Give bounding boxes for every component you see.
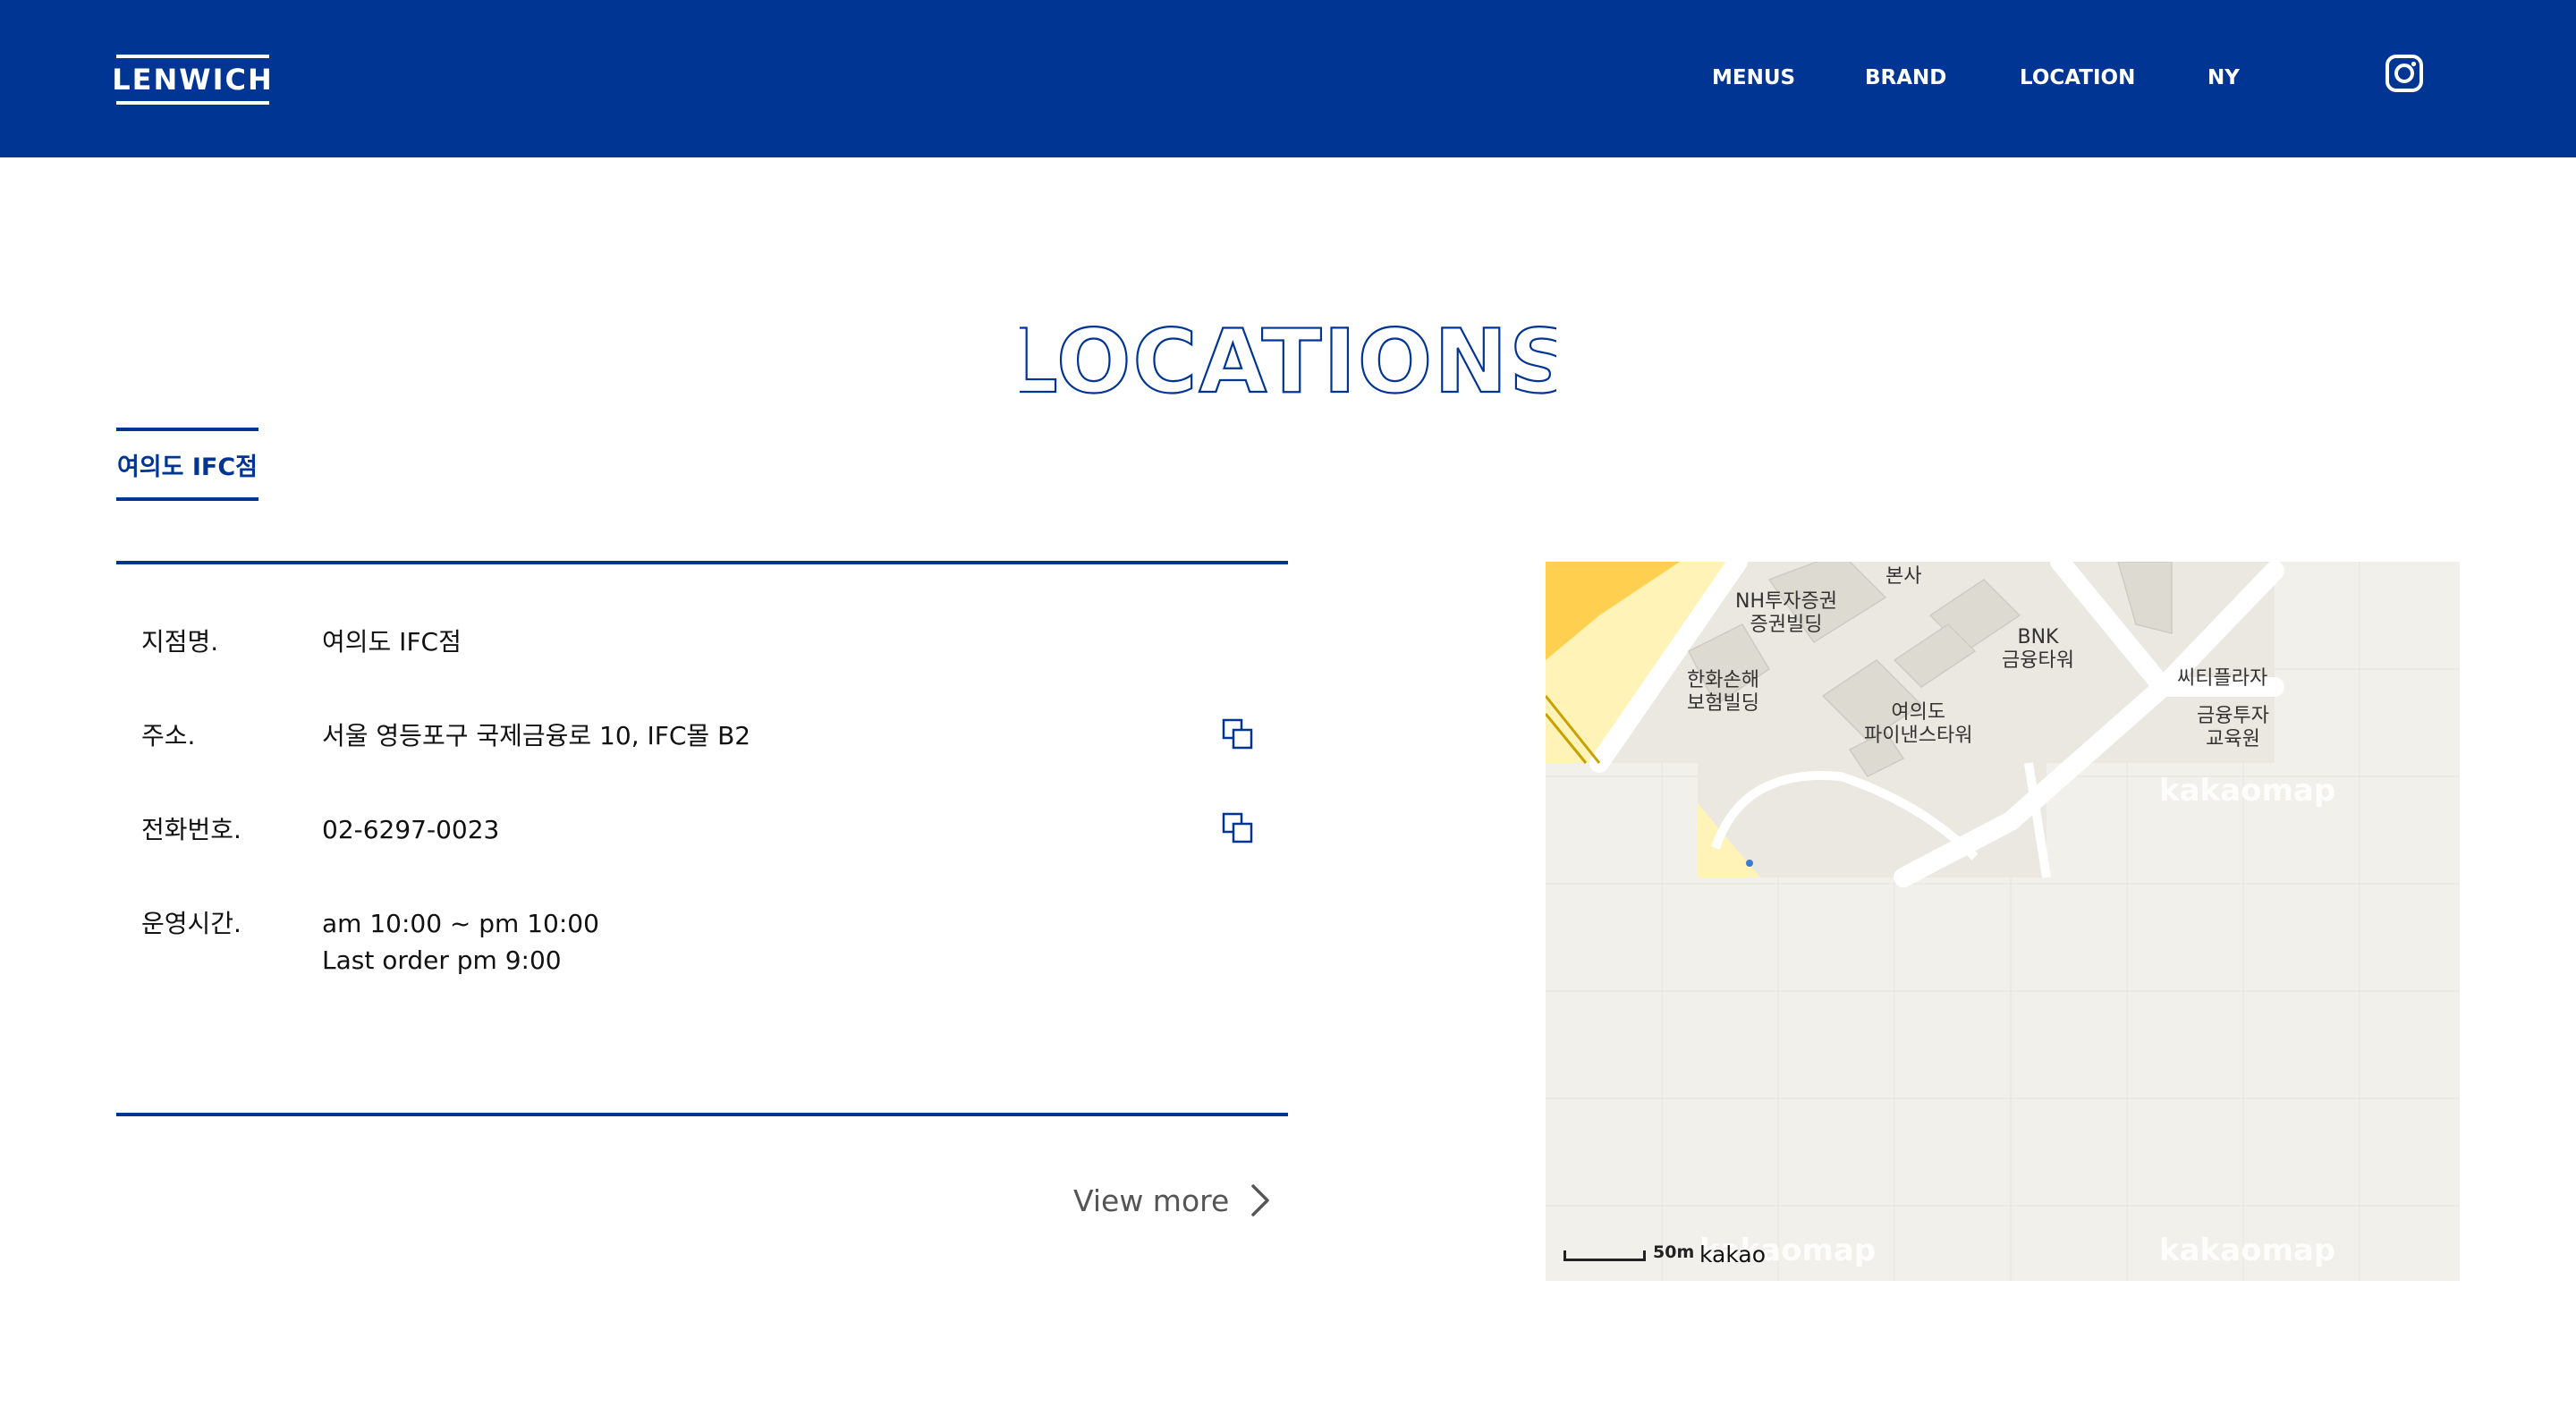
map-scale: 50m bbox=[1563, 1243, 1694, 1261]
map-label-citiplaza: 씨티플라자 bbox=[2177, 667, 2268, 690]
nav-location[interactable]: LOCATION bbox=[2020, 64, 2135, 91]
map-watermark: kakaomap bbox=[2159, 773, 2336, 809]
site-header: LENWICH MENUS BRAND LOCATION NY bbox=[0, 0, 2576, 157]
address-value: 서울 영등포구 국제금융로 10, IFC몰 B2 bbox=[322, 721, 751, 750]
address-label: 주소. bbox=[141, 721, 196, 750]
store-name-label: 지점명. bbox=[141, 627, 219, 657]
lenwich-logo[interactable]: LENWICH bbox=[112, 55, 272, 105]
info-bottom-divider bbox=[116, 1113, 1288, 1116]
tab-label: 여의도 IFC점 bbox=[116, 453, 258, 481]
page-title-text: LOCATIONS bbox=[1020, 313, 1556, 411]
chevron-right-icon bbox=[1251, 1184, 1270, 1216]
nav-menus[interactable]: MENUS bbox=[1712, 64, 1795, 91]
map-scale-label: 50m bbox=[1653, 1242, 1695, 1262]
nav-brand[interactable]: BRAND bbox=[1865, 64, 1946, 91]
map-scale-bar bbox=[1563, 1250, 1646, 1261]
map-label-bnk: BNK 금융타워 bbox=[2002, 626, 2074, 672]
phone-label: 전화번호. bbox=[141, 815, 242, 844]
phone-value: 02-6297-0023 bbox=[322, 815, 500, 844]
map-provider: kakao bbox=[1699, 1242, 1767, 1267]
page-title: LOCATIONS bbox=[1001, 310, 1573, 414]
instagram-icon[interactable] bbox=[2385, 54, 2424, 93]
map-label-finance-tower: 여의도 파이낸스타워 bbox=[1864, 701, 1973, 747]
view-more-label: View more bbox=[1073, 1182, 1230, 1218]
map-label-nh: NH투자증권 증권빌딩 bbox=[1735, 590, 1837, 636]
hours-label: 운영시간. bbox=[141, 909, 242, 938]
nav-ny[interactable]: NY bbox=[2207, 64, 2240, 91]
hours-value: am 10:00 ~ pm 10:00 bbox=[322, 909, 599, 938]
logo-text: LENWICH bbox=[112, 63, 274, 97]
store-name-value: 여의도 IFC점 bbox=[322, 627, 462, 657]
kakao-map[interactable]: 본사 NH투자증권 증권빌딩 BNK 금융타워 씨티플라자 한화손해 보험빌딩 여의도… bbox=[1546, 562, 2460, 1281]
map-label-hq: 본사 bbox=[1885, 565, 1922, 588]
copy-address-icon[interactable] bbox=[1222, 718, 1254, 750]
copy-phone-icon[interactable] bbox=[1222, 812, 1254, 844]
last-order-value: Last order pm 9:00 bbox=[322, 945, 562, 975]
info-top-divider bbox=[116, 561, 1288, 564]
map-watermark: kakaomap bbox=[2159, 1233, 2336, 1268]
map-label-hanwha: 한화손해 보험빌딩 bbox=[1687, 669, 1759, 715]
tab-yeouido-ifc[interactable]: 여의도 IFC점 bbox=[116, 428, 258, 501]
view-more-link[interactable]: View more bbox=[1073, 1177, 1272, 1224]
map-label-kofia: 금융투자 교육원 bbox=[2197, 705, 2269, 750]
